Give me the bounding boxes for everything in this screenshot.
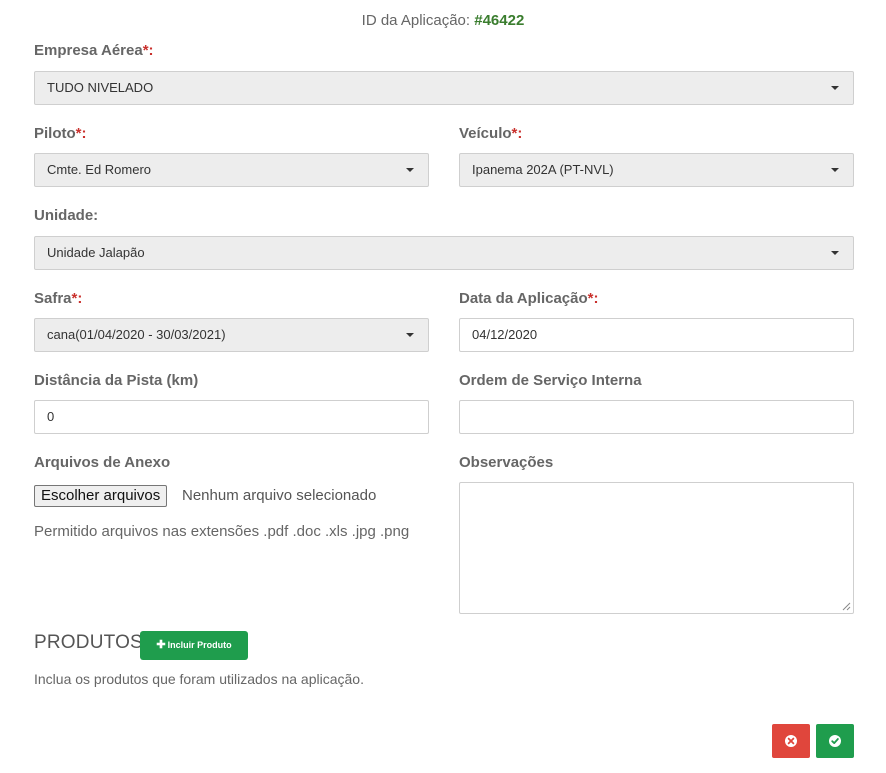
file-extensions-hint: Permitido arquivos nas extensões .pdf .d… [34, 523, 410, 540]
application-id-label: ID da Aplicação: [361, 12, 471, 29]
piloto-select-value: Cmte. Ed Romero [47, 162, 152, 177]
required-marker: *: [71, 290, 83, 307]
data-aplicacao-input[interactable]: 04/12/2020 [459, 318, 854, 352]
anexo-label: Arquivos de Anexo [34, 454, 171, 471]
safra-select[interactable]: cana(01/04/2020 - 30/03/2021) [34, 318, 429, 352]
required-marker: *: [75, 125, 87, 142]
required-marker: *: [142, 42, 154, 59]
confirm-button[interactable] [816, 724, 854, 758]
veiculo-label-text: Veículo [459, 125, 512, 142]
chevron-down-icon [831, 168, 839, 172]
observacoes-textarea[interactable] [459, 482, 854, 614]
cancel-button[interactable] [772, 724, 810, 758]
required-marker: *: [587, 290, 599, 307]
chevron-down-icon [831, 251, 839, 255]
times-circle-icon [785, 735, 797, 747]
required-marker: *: [511, 125, 523, 142]
safra-select-value: cana(01/04/2020 - 30/03/2021) [47, 327, 226, 342]
application-id-value: #46422 [474, 12, 525, 29]
piloto-label: Piloto*: [34, 125, 87, 142]
produtos-description: Inclua os produtos que foram utilizados … [34, 671, 364, 687]
file-status-text: Nenhum arquivo selecionado [182, 487, 377, 504]
distancia-input[interactable]: 0 [34, 400, 429, 434]
empresa-label: Empresa Aérea*: [34, 42, 154, 59]
unidade-select[interactable]: Unidade Jalapão [34, 236, 854, 270]
distancia-label: Distância da Pista (km) [34, 372, 199, 389]
application-id: ID da Aplicação: #46422 [0, 12, 886, 29]
veiculo-select[interactable]: Ipanema 202A (PT-NVL) [459, 153, 854, 187]
veiculo-label: Veículo*: [459, 125, 522, 142]
resize-handle-icon[interactable] [842, 602, 851, 611]
safra-label-text: Safra [34, 290, 72, 307]
add-product-label: Incluir Produto [167, 640, 232, 650]
ordem-input[interactable] [459, 400, 854, 434]
empresa-select[interactable]: TUDO NIVELADO [34, 71, 854, 105]
empresa-select-value: TUDO NIVELADO [47, 80, 154, 95]
chevron-down-icon [406, 333, 414, 337]
unidade-label: Unidade: [34, 207, 99, 224]
add-product-button[interactable]: ✚ Incluir Produto [140, 631, 248, 660]
data-label: Data da Aplicação*: [459, 290, 599, 307]
unidade-select-value: Unidade Jalapão [47, 245, 145, 260]
plus-icon: ✚ [156, 639, 166, 651]
chevron-down-icon [831, 86, 839, 90]
chevron-down-icon [406, 168, 414, 172]
check-circle-icon [829, 735, 841, 747]
piloto-label-text: Piloto [34, 125, 76, 142]
ordem-label: Ordem de Serviço Interna [459, 372, 642, 389]
data-label-text: Data da Aplicação [459, 290, 588, 307]
produtos-title: PRODUTOS [34, 632, 143, 653]
observacoes-label: Observações [459, 454, 554, 471]
veiculo-select-value: Ipanema 202A (PT-NVL) [472, 162, 614, 177]
choose-files-button[interactable]: Escolher arquivos [34, 485, 168, 507]
safra-label: Safra*: [34, 290, 82, 307]
piloto-select[interactable]: Cmte. Ed Romero [34, 153, 429, 187]
empresa-label-text: Empresa Aérea [34, 42, 143, 59]
